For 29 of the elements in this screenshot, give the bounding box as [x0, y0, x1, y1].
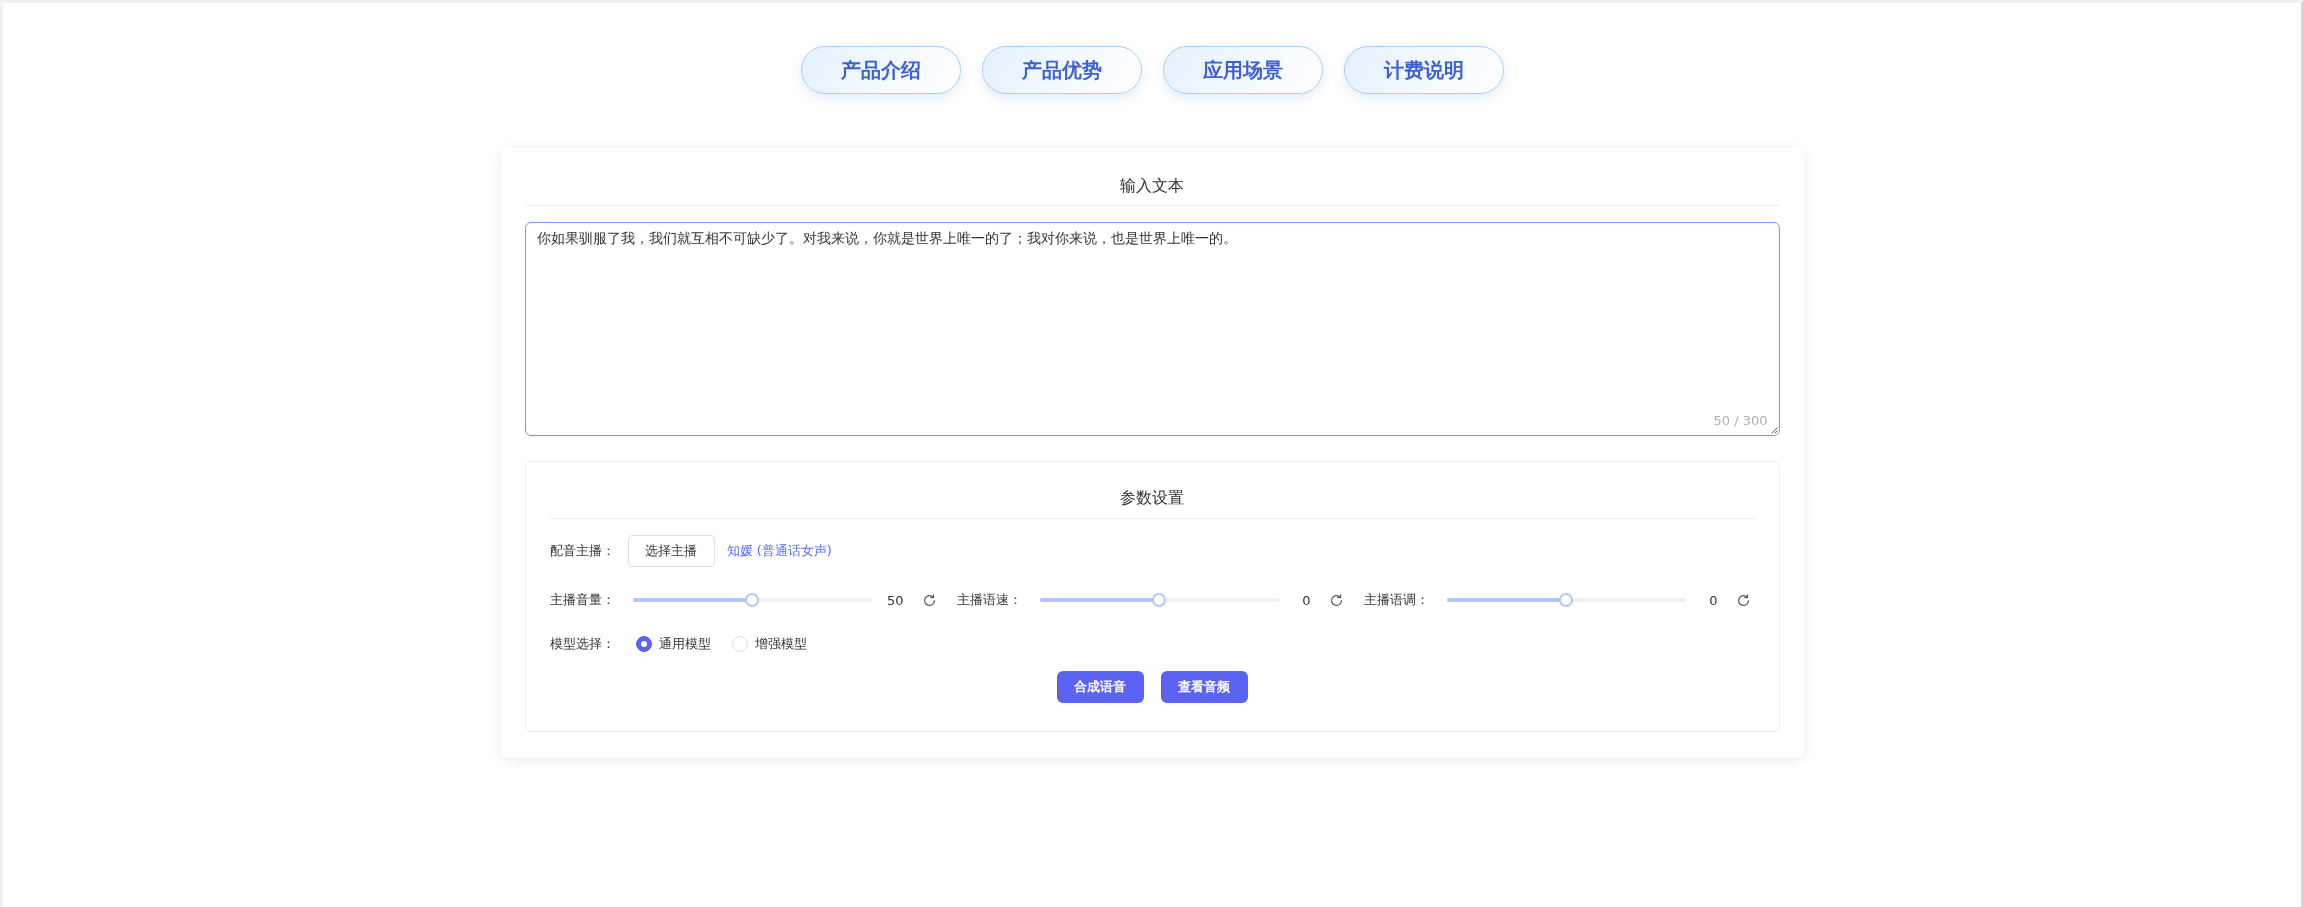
choose-voice-button[interactable]: 选择主播 [627, 535, 715, 567]
slider-value: 50 [885, 592, 904, 608]
section-title: 输入文本 [1120, 175, 1184, 197]
refresh-icon[interactable] [922, 593, 936, 607]
action-button[interactable]: 查看音频 [1160, 671, 1248, 703]
refresh-icon[interactable] [1329, 593, 1343, 607]
nav-tab[interactable]: 产品介绍 [800, 46, 961, 94]
action-button[interactable]: 合成语音 [1056, 671, 1144, 703]
slider-handle[interactable] [1559, 593, 1573, 607]
field-label: 主播音量： [549, 591, 616, 609]
refresh-icon[interactable] [1736, 593, 1750, 607]
model-option[interactable]: 增强模型 [731, 635, 807, 653]
section-title: 参数设置 [1120, 487, 1184, 509]
nav-tab[interactable]: 计费说明 [1343, 46, 1504, 94]
nav-tab[interactable]: 产品优势 [981, 46, 1142, 94]
field-label: 模型选择： [549, 635, 616, 653]
resize-handle-icon[interactable] [1769, 426, 1778, 434]
radio-icon[interactable] [635, 636, 652, 652]
slider-value: 0 [1708, 592, 1718, 608]
nav-tab[interactable]: 应用场景 [1162, 46, 1323, 94]
slider-handle[interactable] [1152, 593, 1166, 607]
field-label: 主播语调： [1363, 591, 1430, 609]
slider-value: 0 [1301, 592, 1311, 608]
field-label: 配音主播： [549, 542, 616, 560]
field-label: 主播语速： [956, 591, 1023, 609]
slider-handle[interactable] [745, 593, 759, 607]
character-counter: 50 / 300 [1713, 413, 1768, 429]
model-option[interactable]: 通用模型 [635, 635, 711, 653]
selected-voice-link[interactable]: 知媛 (普通话女声) [726, 542, 832, 560]
